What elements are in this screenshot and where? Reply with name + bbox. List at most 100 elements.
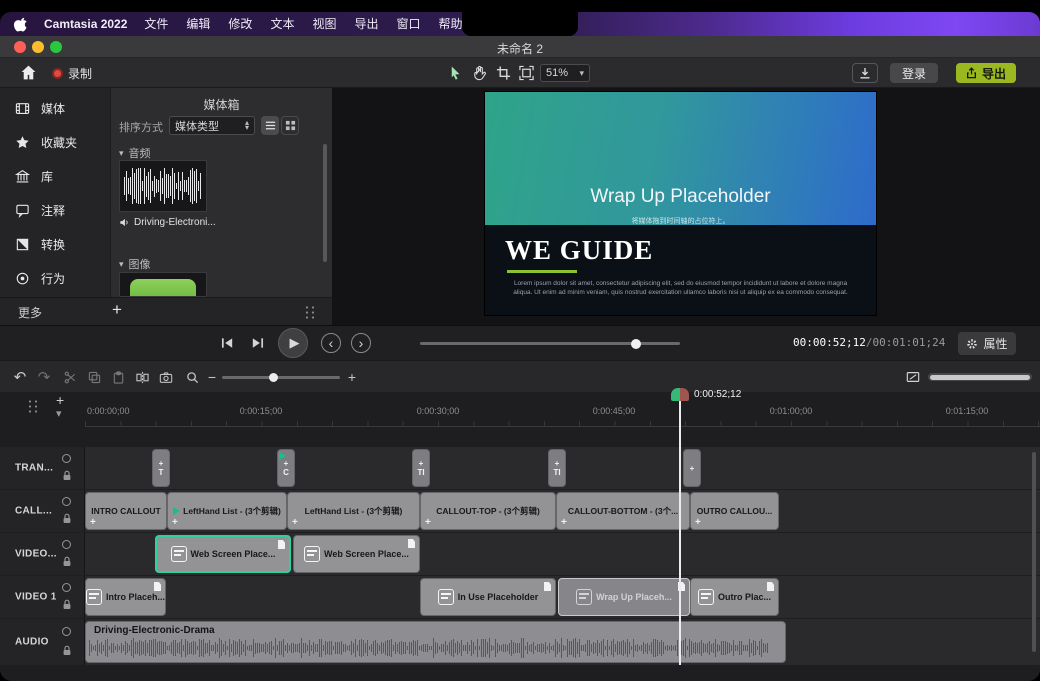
jump-forward-button[interactable]: › xyxy=(351,333,371,353)
track-header[interactable]: VIDEO... xyxy=(0,533,85,575)
add-track-button[interactable]: + xyxy=(56,392,64,408)
track-toggle-icon[interactable] xyxy=(62,627,71,636)
add-media-button[interactable]: + xyxy=(112,300,122,320)
track-header[interactable]: AUDIO xyxy=(0,619,85,665)
callout-clip[interactable]: CALLOUT-TOP - (3个剪辑) + xyxy=(420,492,556,530)
add-button[interactable]: + xyxy=(292,517,298,528)
drag-handle-icon[interactable] xyxy=(26,398,39,413)
callout-clip[interactable]: INTRO CALLOUT + xyxy=(85,492,167,530)
sidebar-item-favorites[interactable]: 收藏夹 xyxy=(0,126,110,158)
properties-button[interactable]: 属性 xyxy=(958,332,1016,355)
timeline-v-scrollbar[interactable] xyxy=(1032,452,1036,652)
video-preview[interactable]: Wrap Up Placeholder 将媒体拖到时间轴的占位符上。 WE GU… xyxy=(485,92,876,315)
zoom-slider-knob[interactable] xyxy=(269,373,278,382)
lock-icon[interactable] xyxy=(62,556,72,567)
export-button[interactable]: 导出 xyxy=(956,63,1016,83)
menu-window[interactable]: 窗口 xyxy=(387,12,429,36)
fit-timeline-button[interactable] xyxy=(905,369,921,385)
track-toggle-icon[interactable] xyxy=(62,540,71,549)
video-clip[interactable]: Intro Placeh... xyxy=(85,578,166,616)
tool-hand-button[interactable] xyxy=(472,65,487,81)
audio-clip[interactable]: Driving-Electronic-Drama xyxy=(85,621,786,663)
menu-text[interactable]: 文本 xyxy=(261,12,303,36)
transition-placeholder-clip[interactable]: +TI xyxy=(412,449,430,487)
track-toggle-icon[interactable] xyxy=(62,583,71,592)
media-scrollbar[interactable] xyxy=(323,144,327,262)
step-back-button[interactable] xyxy=(220,336,235,350)
screen-clip-selected[interactable]: Web Screen Place... xyxy=(155,535,291,573)
track-lane[interactable]: +T +C +TI +TI + xyxy=(85,447,1040,489)
menu-view[interactable]: 视图 xyxy=(303,12,345,36)
lock-icon[interactable] xyxy=(62,645,72,656)
sort-select[interactable]: 媒体类型 ▴▾ xyxy=(169,116,255,135)
view-grid-button[interactable] xyxy=(281,116,299,135)
add-button[interactable]: + xyxy=(425,517,431,528)
transition-placeholder-clip[interactable]: + xyxy=(683,449,701,487)
video-clip-dimmed[interactable]: Wrap Up Placeh... xyxy=(558,578,690,616)
lock-icon[interactable] xyxy=(62,513,72,524)
canvas-zoom-select[interactable]: 51% ▾ xyxy=(540,64,590,82)
undo-button[interactable]: ↶ xyxy=(12,369,28,385)
timeline-ruler[interactable]: 0:00:00;00 0:00:15;00 0:00:30;00 0:00:45… xyxy=(85,400,1040,427)
playhead-line[interactable] xyxy=(679,400,681,665)
jump-back-button[interactable]: ‹ xyxy=(321,333,341,353)
split-button[interactable] xyxy=(134,369,150,385)
transition-placeholder-clip[interactable]: +TI xyxy=(548,449,566,487)
add-button[interactable]: + xyxy=(90,517,96,528)
app-name[interactable]: Camtasia 2022 xyxy=(36,12,135,36)
playhead-out-handle[interactable] xyxy=(680,388,689,401)
add-button[interactable]: + xyxy=(172,517,178,528)
collapse-tracks-button[interactable]: ▾ xyxy=(56,407,62,420)
sidebar-item-transitions[interactable]: 转换 xyxy=(0,228,110,260)
dock-grid-icon[interactable] xyxy=(303,304,316,319)
tool-pan-button[interactable] xyxy=(519,65,534,81)
tool-crop-button[interactable] xyxy=(496,65,511,81)
cut-button[interactable] xyxy=(62,369,78,385)
media-item-audio[interactable]: Driving-Electroni... xyxy=(119,217,216,228)
sidebar-item-behaviors[interactable]: 行为 xyxy=(0,262,110,294)
scrubber-knob[interactable] xyxy=(631,339,641,349)
track-header[interactable]: CALL... xyxy=(0,490,85,532)
group-audio[interactable]: ▾ 音频 xyxy=(119,145,151,161)
copy-button[interactable] xyxy=(86,369,102,385)
track-lane[interactable]: Intro Placeh... In Use Placeholder Wrap … xyxy=(85,576,1040,618)
screenshot-button[interactable] xyxy=(158,369,174,385)
record-button[interactable]: 录制 xyxy=(52,65,92,82)
view-list-button[interactable] xyxy=(261,116,279,135)
lock-icon[interactable] xyxy=(62,470,72,481)
timeline-zoom-slider[interactable] xyxy=(222,376,340,379)
sidebar-item-annotations[interactable]: 注释 xyxy=(0,194,110,226)
callout-clip[interactable]: CALLOUT-BOTTOM - (3个... + xyxy=(556,492,690,530)
menu-modify[interactable]: 修改 xyxy=(219,12,261,36)
track-lane[interactable]: INTRO CALLOUT + LeftHand List - (3个剪辑) +… xyxy=(85,490,1040,532)
tool-cursor-button[interactable] xyxy=(448,65,463,81)
step-forward-button[interactable] xyxy=(250,336,265,350)
lock-icon[interactable] xyxy=(62,599,72,610)
track-header[interactable]: TRAN... xyxy=(0,447,85,489)
track-toggle-icon[interactable] xyxy=(62,454,71,463)
play-button[interactable]: ▶ xyxy=(278,328,308,358)
timeline-zoom-in-button[interactable]: + xyxy=(344,369,360,385)
transition-placeholder-clip[interactable]: +T xyxy=(152,449,170,487)
callout-clip[interactable]: OUTRO CALLOU... + xyxy=(690,492,779,530)
transition-placeholder-clip[interactable]: +C xyxy=(277,449,295,487)
h-scrollbar-thumb[interactable] xyxy=(930,375,1030,380)
add-button[interactable]: + xyxy=(561,517,567,528)
menu-edit[interactable]: 编辑 xyxy=(177,12,219,36)
track-lane[interactable]: Web Screen Place... Web Screen Place... xyxy=(85,533,1040,575)
add-button[interactable]: + xyxy=(695,517,701,528)
audio-thumbnail[interactable] xyxy=(119,160,207,212)
video-clip[interactable]: In Use Placeholder xyxy=(420,578,556,616)
timeline-zoom-out-button[interactable]: − xyxy=(204,369,220,385)
paste-button[interactable] xyxy=(110,369,126,385)
track-toggle-icon[interactable] xyxy=(62,497,71,506)
login-button[interactable]: 登录 xyxy=(890,63,938,83)
download-button[interactable] xyxy=(852,63,878,83)
menu-file[interactable]: 文件 xyxy=(135,12,177,36)
playhead-handle[interactable] xyxy=(671,388,689,401)
track-lane[interactable]: Driving-Electronic-Drama xyxy=(85,619,1040,665)
redo-button[interactable]: ↷ xyxy=(36,369,52,385)
sidebar-item-media[interactable]: 媒体 xyxy=(0,92,110,124)
callout-clip[interactable]: LeftHand List - (3个剪辑) + xyxy=(287,492,420,530)
callout-clip[interactable]: LeftHand List - (3个剪辑) + xyxy=(167,492,287,530)
